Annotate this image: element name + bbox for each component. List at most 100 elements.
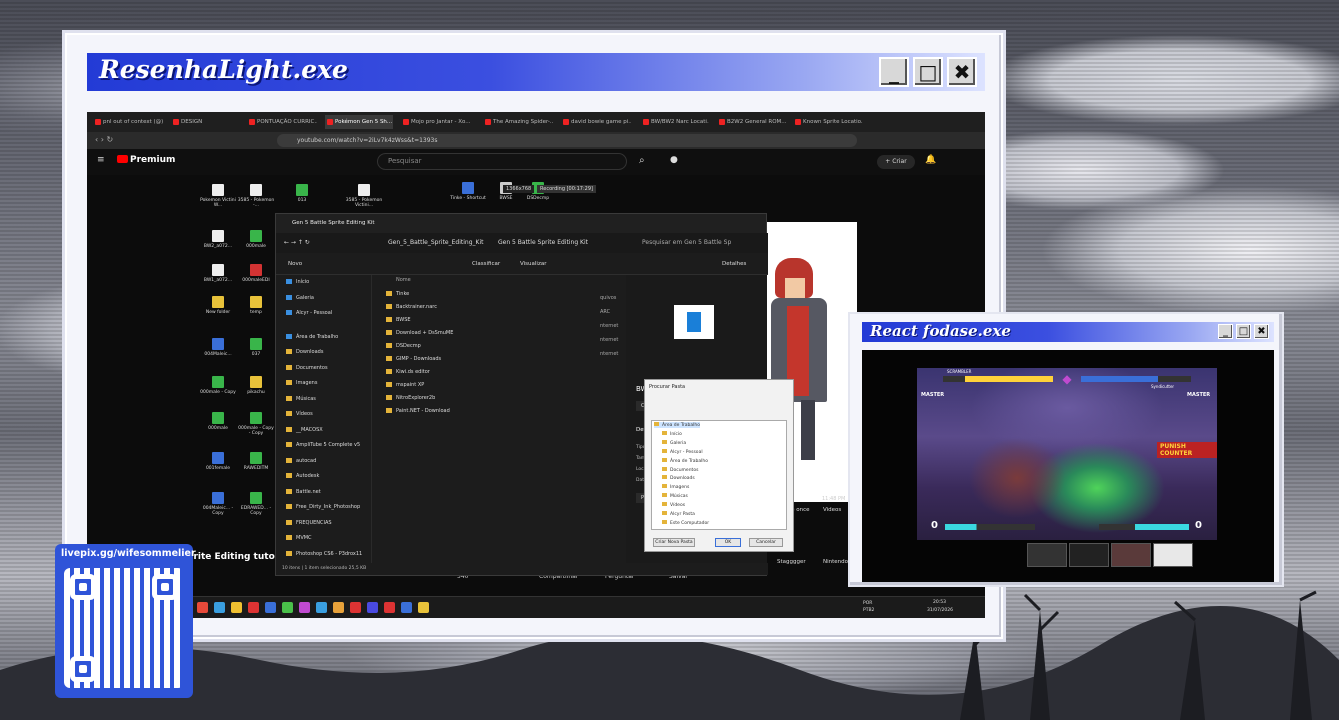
desktop-icon[interactable]: 000male - Copy [199, 376, 237, 395]
browser-tab[interactable]: david bowie game pi... [561, 115, 631, 129]
youtube-logo[interactable]: Premium [117, 155, 175, 165]
desktop-icon[interactable]: 000male - Copy - Copy [237, 412, 275, 437]
taskbar-app-icon[interactable] [418, 602, 429, 613]
picker-folder[interactable]: Alcyr - Pessoal [662, 449, 703, 455]
file-row[interactable]: mspaint XP [386, 382, 424, 388]
browser-tab[interactable]: DESIGN [171, 115, 231, 129]
desktop-icon[interactable]: temp [237, 296, 275, 315]
close-button[interactable]: ✖ [1254, 324, 1269, 339]
close-button[interactable]: ✖ [947, 57, 977, 87]
desktop-icon[interactable]: 000male [199, 412, 237, 431]
browser-tab[interactable]: B2W2 General ROM... [717, 115, 787, 129]
file-row[interactable]: Paint.NET - Download [386, 408, 450, 414]
taskbar-app-icon[interactable] [265, 602, 276, 613]
desktop-icon[interactable]: 004Maleic... [199, 338, 237, 357]
back-icon[interactable]: ‹ › ↻ [95, 135, 113, 144]
bell-icon[interactable]: 🔔 [925, 155, 936, 165]
nav-item[interactable]: Galeria [286, 295, 314, 301]
picker-folder[interactable]: Este Computador [662, 520, 709, 526]
browser-tab[interactable]: BW/BW2 Narc Locati... [641, 115, 709, 129]
taskbar-app-icon[interactable] [350, 602, 361, 613]
picker-folder[interactable]: Músicas [662, 493, 688, 499]
taskbar-time[interactable]: 20:53 [933, 600, 946, 605]
recommendation-label[interactable]: Stagggger [777, 559, 806, 565]
desktop-icon[interactable]: BW1_a072... [199, 264, 237, 283]
picker-folder[interactable]: Galeria [662, 440, 686, 446]
nav-item[interactable]: FREQUENCIAS [286, 520, 332, 526]
taskbar-app-icon[interactable] [197, 602, 208, 613]
desktop-icon[interactable]: BW2_a072... [199, 230, 237, 249]
browser-tab[interactable]: The Amazing Spider-... [483, 115, 553, 129]
youtube-search-input[interactable]: Pesquisar [377, 153, 627, 170]
breadcrumb-item[interactable]: Gen 5 Battle Sprite Editing Kit [498, 233, 588, 253]
taskbar-app-icon[interactable] [248, 602, 259, 613]
picker-folder[interactable]: Área de Trabalho [654, 422, 701, 428]
details-button[interactable]: Detalhes [722, 253, 746, 275]
qr-code[interactable] [64, 568, 184, 688]
new-folder-button[interactable]: Criar Nova Pasta [653, 538, 695, 547]
taskbar-app-icon[interactable] [231, 602, 242, 613]
picker-folder[interactable]: Documentos [662, 467, 698, 473]
recommendation-label[interactable]: Videos [823, 507, 841, 513]
cancel-button[interactable]: Cancelar [749, 538, 783, 547]
desktop-icon[interactable]: 001female [199, 452, 237, 471]
nav-item[interactable]: Início [286, 279, 309, 285]
file-row[interactable]: GIMP - Downloads [386, 356, 441, 362]
sort-button[interactable]: Classificar [472, 253, 500, 275]
nav-item[interactable]: autocad [286, 458, 316, 464]
taskbar-app-icon[interactable] [384, 602, 395, 613]
picker-folder[interactable]: Início [662, 431, 682, 437]
browser-tab-active[interactable]: Pokémon Gen 5 Sh... [325, 115, 393, 129]
search-icon[interactable]: ⌕ [639, 155, 645, 166]
nav-item[interactable]: Alcyr - Pessoal [286, 310, 332, 316]
explorer-search-input[interactable]: Pesquisar em Gen 5 Battle Sp [642, 233, 762, 253]
mic-icon[interactable]: ● [670, 155, 678, 165]
taskbar-app-icon[interactable] [333, 602, 344, 613]
name-column-header[interactable]: Nome [396, 277, 411, 283]
desktop-icon[interactable]: pikachu [237, 376, 275, 395]
thumbnail[interactable] [1027, 543, 1067, 567]
desktop-icon[interactable]: 000male [237, 230, 275, 249]
nav-item[interactable]: AmpliTube 5 Complete v5 [286, 442, 360, 448]
browser-tab[interactable]: Known Sprite Locatio... [793, 115, 863, 129]
nav-item[interactable]: Battle.net [286, 489, 321, 495]
nav-item[interactable]: Documentos [286, 365, 328, 371]
recommendation-label[interactable]: Nintendo [823, 559, 848, 565]
nav-item[interactable]: Vídeos [286, 411, 313, 417]
browser-tab[interactable]: Mojo pro Jantar - Xo... [401, 115, 471, 129]
menu-icon[interactable]: ≡ [97, 155, 105, 165]
desktop-icon[interactable]: 037 [237, 338, 275, 357]
desktop-icon[interactable]: New folder [199, 296, 237, 315]
maximize-button[interactable]: □ [913, 57, 943, 87]
ok-button[interactable]: OK [715, 538, 741, 547]
desktop-icon[interactable]: 004Maleic... - Copy [199, 492, 237, 517]
file-row[interactable]: DSDecmp [386, 343, 421, 349]
desktop-icon[interactable]: RAWEDITM [237, 452, 275, 471]
minimize-button[interactable]: _ [1218, 324, 1233, 339]
desktop-icon[interactable]: Tinke - Shortcut [449, 182, 487, 201]
minimize-button[interactable]: _ [879, 57, 909, 87]
file-row[interactable]: Tinke [386, 291, 409, 297]
nav-arrows-icon[interactable]: ← → ↑ ↻ [284, 233, 310, 253]
desktop-icon[interactable]: 3585 - Pokemon Victini... [345, 184, 383, 209]
nav-item[interactable]: Autodesk [286, 473, 319, 479]
nav-item[interactable]: Free_Dirty_Ink_Photoshop [286, 504, 360, 510]
file-row[interactable]: BWSE [386, 317, 411, 323]
taskbar-app-icon[interactable] [316, 602, 327, 613]
taskbar-app-icon[interactable] [367, 602, 378, 613]
explorer-title[interactable]: Gen 5 Battle Sprite Editing Kit [276, 214, 766, 233]
picker-folder[interactable]: Vídeos [662, 502, 685, 508]
picker-folder[interactable]: Área de Trabalho [662, 458, 708, 464]
browser-tab[interactable]: PONTUAÇÃO CURRIC... [247, 115, 317, 129]
view-button[interactable]: Visualizar [520, 253, 546, 275]
nav-item[interactable]: Downloads [286, 349, 323, 355]
desktop-icon[interactable]: Pokemon Victini W... [199, 184, 237, 209]
nav-item[interactable]: Photoshop CS6 - P3drox11 [286, 551, 362, 557]
react-window-titlebar[interactable]: React fodase.exe _ □ ✖ [862, 322, 1274, 342]
thumbnail[interactable] [1069, 543, 1109, 567]
file-row[interactable]: Backtrainer.narc [386, 304, 437, 310]
file-row[interactable]: Download + DsSmuME [386, 330, 453, 336]
picker-folder[interactable]: Downloads [662, 475, 695, 481]
taskbar-app-icon[interactable] [401, 602, 412, 613]
language-indicator[interactable]: POR PTB2 [863, 600, 883, 614]
